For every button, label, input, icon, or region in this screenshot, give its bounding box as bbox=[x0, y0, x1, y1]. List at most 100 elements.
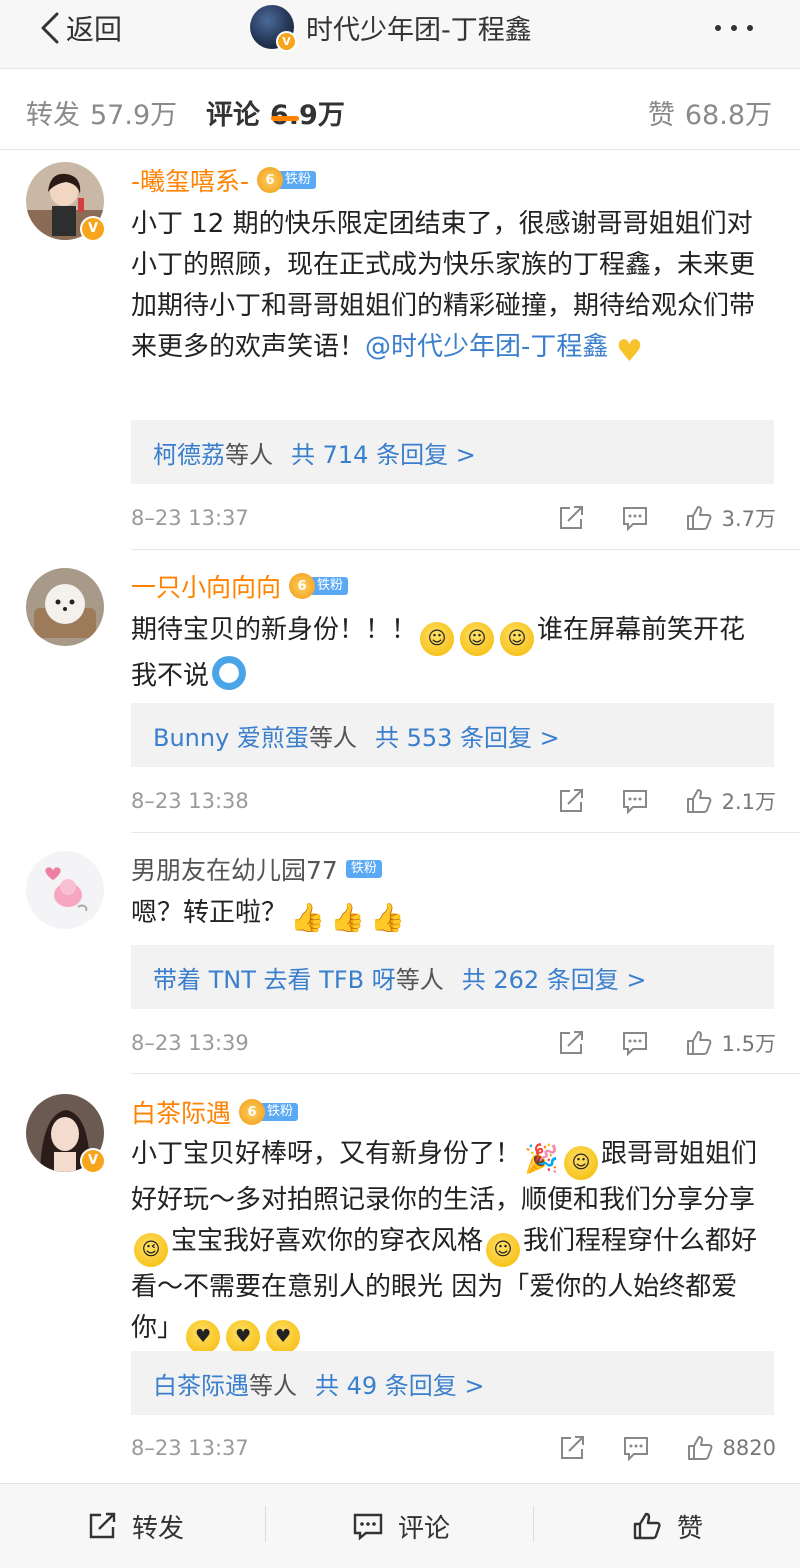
tab-repost-count: 57.9万 bbox=[90, 100, 178, 131]
winking-face-icon: 😉 bbox=[134, 1233, 168, 1267]
thumbs-up-icon bbox=[687, 1436, 712, 1460]
repost-button[interactable] bbox=[556, 503, 586, 533]
party-popper-icon: 🎉 bbox=[524, 1142, 559, 1175]
comment-button[interactable] bbox=[621, 1433, 651, 1463]
divider bbox=[131, 832, 800, 833]
reply-summary[interactable]: 白茶际遇 等人共 49 条回复 > bbox=[131, 1351, 774, 1415]
blushing-face-icon: ☺ bbox=[460, 622, 495, 656]
comment-icon bbox=[353, 1513, 383, 1541]
repost-button[interactable] bbox=[556, 1028, 586, 1058]
comment-meta: 8–23 13:37 3.7万 bbox=[131, 500, 776, 536]
fan-badge[interactable]: 6 铁粉 bbox=[239, 1099, 299, 1125]
more-options-button[interactable] bbox=[712, 14, 756, 42]
top-nav-bar: 返回 V 时代少年团-丁程鑫 bbox=[0, 0, 800, 69]
savoring-face-icon: ☺ bbox=[486, 1233, 521, 1267]
back-button[interactable]: 返回 bbox=[38, 8, 122, 48]
comment-button[interactable] bbox=[620, 503, 650, 533]
verified-badge-icon: V bbox=[276, 31, 297, 52]
comment-action-button[interactable]: 评论 bbox=[352, 1484, 450, 1568]
like-button[interactable]: 2.1万 bbox=[684, 786, 776, 816]
username[interactable]: -曦玺嘻系- bbox=[131, 162, 249, 198]
more-dots-icon bbox=[715, 25, 753, 31]
username[interactable]: 白茶际遇 bbox=[131, 1094, 231, 1130]
comment-text-part: 期待宝贝的新身份！！！ bbox=[131, 615, 418, 645]
reply-summary[interactable]: 柯德荔 等人共 714 条回复 > bbox=[131, 420, 774, 484]
reply-names: 白茶际遇 bbox=[153, 1371, 249, 1400]
like-button[interactable]: 3.7万 bbox=[684, 503, 776, 533]
comment-button[interactable] bbox=[620, 1028, 650, 1058]
page-title: 时代少年团-丁程鑫 bbox=[306, 14, 532, 46]
reply-summary[interactable]: 带着 TNT 去看 TFB 呀等人共 262 条回复 > bbox=[131, 945, 774, 1009]
thumbs-up-emoji-icon: 👍 bbox=[370, 901, 405, 934]
divider bbox=[131, 1073, 800, 1074]
comment-meta: 8–23 13:39 1.5万 bbox=[131, 1025, 776, 1061]
tab-likes[interactable]: 赞 68.8万 bbox=[648, 93, 772, 132]
reply-suffix: 等人 bbox=[395, 965, 444, 994]
tab-comments[interactable]: 评论 6.9万 bbox=[206, 93, 345, 132]
reply-count: 共 49 条回复 > bbox=[315, 1371, 485, 1400]
fan-level-icon: 6 bbox=[257, 167, 284, 193]
username[interactable]: 一只小向向向 bbox=[131, 568, 281, 604]
comment-header: 白茶际遇 6 铁粉 bbox=[131, 1094, 299, 1130]
fan-badge[interactable]: 6 铁粉 bbox=[289, 573, 349, 599]
avatar[interactable] bbox=[26, 851, 104, 929]
comment-icon bbox=[622, 790, 647, 815]
thumbs-up-icon bbox=[686, 506, 711, 530]
divider bbox=[533, 1506, 534, 1542]
reply-names: 带着 TNT 去看 TFB 呀 bbox=[153, 965, 396, 994]
share-icon bbox=[559, 1031, 583, 1054]
comment-icon bbox=[622, 1032, 647, 1057]
like-button[interactable]: 8820 bbox=[685, 1433, 776, 1463]
comment-button[interactable] bbox=[620, 786, 650, 816]
repost-button[interactable] bbox=[556, 786, 586, 816]
avatar[interactable]: V bbox=[26, 1094, 106, 1174]
username[interactable]: 男朋友在幼儿园77 bbox=[131, 851, 338, 887]
comment-text-part: 小丁宝贝好棒呀，又有新身份了！ bbox=[131, 1139, 522, 1169]
tab-comments-label: 评论 bbox=[206, 100, 260, 131]
comment-text: 小丁宝贝好棒呀，又有新身份了！ 🎉 ☺ 跟哥哥姐姐们好好玩～多对拍照记录你的生活，顺便… bbox=[131, 1134, 776, 1354]
thumbs-up-emoji-icon: 👍 bbox=[290, 901, 325, 934]
avatar[interactable] bbox=[26, 568, 104, 646]
comment-text: 小丁 12 期的快乐限定团结束了，很感谢哥哥姐姐们对小丁的照顾，现在正式成为快乐… bbox=[131, 204, 776, 369]
tab-repost[interactable]: 转发 57.9万 bbox=[26, 93, 177, 132]
reply-summary[interactable]: Bunny 爱煎蛋 等人共 553 条回复 > bbox=[131, 703, 774, 767]
verified-badge-icon: V bbox=[80, 1148, 106, 1174]
verified-badge-icon: V bbox=[80, 216, 106, 242]
reply-count: 共 714 条回复 > bbox=[291, 440, 476, 469]
timestamp: 8–23 13:37 bbox=[131, 506, 249, 530]
like-count: 3.7万 bbox=[721, 507, 776, 531]
author-avatar[interactable]: V bbox=[250, 5, 297, 52]
blushing-face-icon: ☺ bbox=[500, 622, 535, 656]
reply-count: 共 553 条回复 > bbox=[374, 723, 560, 752]
smiling-face-hearts-icon: ☺ bbox=[564, 1146, 599, 1180]
like-action-button[interactable]: 赞 bbox=[631, 1484, 703, 1568]
comment-header: 男朋友在幼儿园77 铁粉 bbox=[131, 851, 382, 887]
divider bbox=[265, 1506, 266, 1542]
reply-suffix: 等人 bbox=[249, 1371, 297, 1400]
fan-badge[interactable]: 铁粉 bbox=[345, 857, 382, 881]
weibo-author-header[interactable]: V 时代少年团-丁程鑫 bbox=[250, 4, 532, 52]
smiling-face-hearts-icon: ♥ bbox=[226, 1320, 261, 1354]
repost-action-button[interactable]: 转发 bbox=[86, 1484, 184, 1568]
comment-text: 期待宝贝的新身份！！！ ☺ ☺ ☺ 谁在屏幕前笑开花 我不说 bbox=[131, 610, 776, 697]
comment-text-part: 嗯？转正啦？ bbox=[131, 898, 288, 928]
like-button[interactable]: 1.5万 bbox=[684, 1028, 776, 1058]
like-count: 2.1万 bbox=[721, 790, 776, 814]
thumbs-up-icon bbox=[686, 789, 711, 813]
fan-badge[interactable]: 6 铁粉 bbox=[257, 167, 317, 193]
timestamp: 8–23 13:38 bbox=[131, 789, 249, 813]
repost-button[interactable] bbox=[557, 1433, 587, 1463]
reply-names: 柯德荔 bbox=[153, 440, 225, 469]
timestamp: 8–23 13:39 bbox=[131, 1031, 249, 1055]
fan-badge-label: 铁粉 bbox=[345, 860, 382, 878]
reply-names: Bunny 爱煎蛋 bbox=[153, 723, 309, 752]
like-count: 1.5万 bbox=[721, 1032, 776, 1056]
bottom-action-bar: 转发 评论 赞 bbox=[0, 1483, 800, 1568]
comment-meta: 8–23 13:38 2.1万 bbox=[131, 783, 776, 819]
thumbs-up-icon bbox=[686, 1031, 711, 1055]
avatar[interactable]: V bbox=[26, 162, 106, 242]
reply-suffix: 等人 bbox=[308, 723, 357, 752]
comment-icon bbox=[622, 507, 647, 532]
mention-link[interactable]: @时代少年团-丁程鑫 bbox=[365, 332, 608, 362]
tab-likes-label: 赞 bbox=[647, 100, 675, 131]
